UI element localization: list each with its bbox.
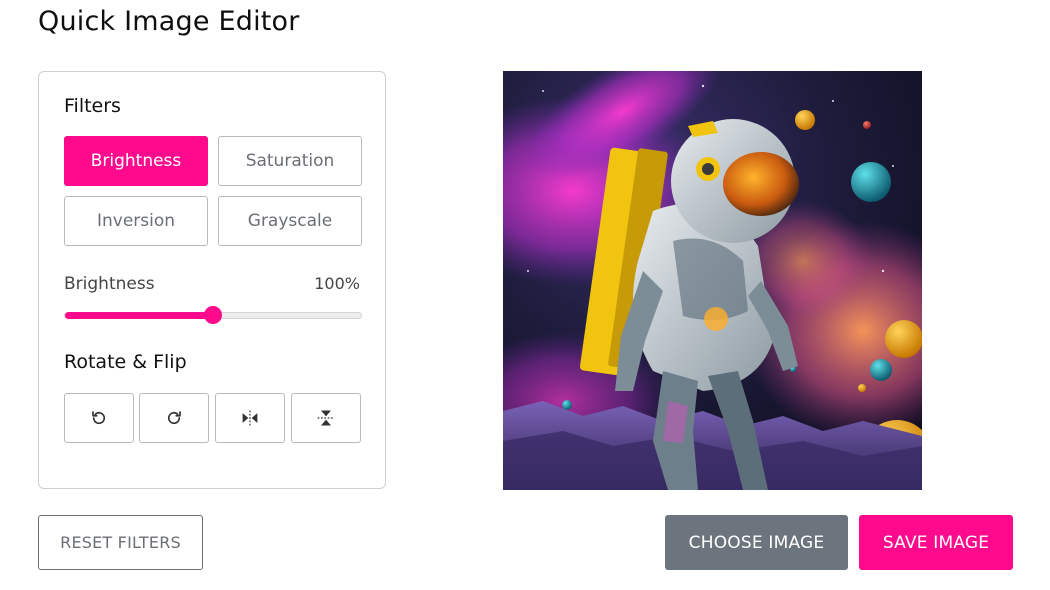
rotate-right-button[interactable] bbox=[139, 393, 209, 443]
slider-thumb[interactable] bbox=[204, 306, 222, 324]
slider-label: Brightness bbox=[64, 274, 155, 294]
page-title: Quick Image Editor bbox=[38, 6, 300, 37]
image-preview bbox=[503, 71, 922, 490]
slider-value: 100% bbox=[314, 274, 360, 293]
rotate-flip-heading: Rotate & Flip bbox=[64, 351, 187, 373]
slider-fill bbox=[65, 312, 213, 319]
image-editor-app: Quick Image Editor Filters Brightness Sa… bbox=[0, 0, 1050, 590]
filter-inversion-button[interactable]: Inversion bbox=[64, 196, 208, 246]
choose-image-button[interactable]: CHOOSE IMAGE bbox=[665, 515, 848, 570]
rotate-left-icon bbox=[90, 409, 108, 427]
flip-horizontal-button[interactable] bbox=[215, 393, 285, 443]
flip-vertical-button[interactable] bbox=[291, 393, 361, 443]
filters-heading: Filters bbox=[64, 95, 121, 117]
editor-panel: Filters Brightness Saturation Inversion … bbox=[38, 71, 386, 489]
filter-saturation-button[interactable]: Saturation bbox=[218, 136, 362, 186]
filter-slider[interactable] bbox=[64, 306, 362, 324]
astronaut-image bbox=[503, 71, 922, 490]
filter-options: Brightness Saturation Inversion Grayscal… bbox=[64, 136, 362, 246]
filter-grayscale-button[interactable]: Grayscale bbox=[218, 196, 362, 246]
flip-horizontal-icon bbox=[240, 409, 260, 427]
filter-brightness-button[interactable]: Brightness bbox=[64, 136, 208, 186]
flip-vertical-icon bbox=[316, 408, 336, 428]
save-image-button[interactable]: SAVE IMAGE bbox=[859, 515, 1013, 570]
rotate-right-icon bbox=[165, 409, 183, 427]
rotate-left-button[interactable] bbox=[64, 393, 134, 443]
rotate-flip-options bbox=[64, 393, 362, 443]
reset-filters-button[interactable]: RESET FILTERS bbox=[38, 515, 203, 570]
